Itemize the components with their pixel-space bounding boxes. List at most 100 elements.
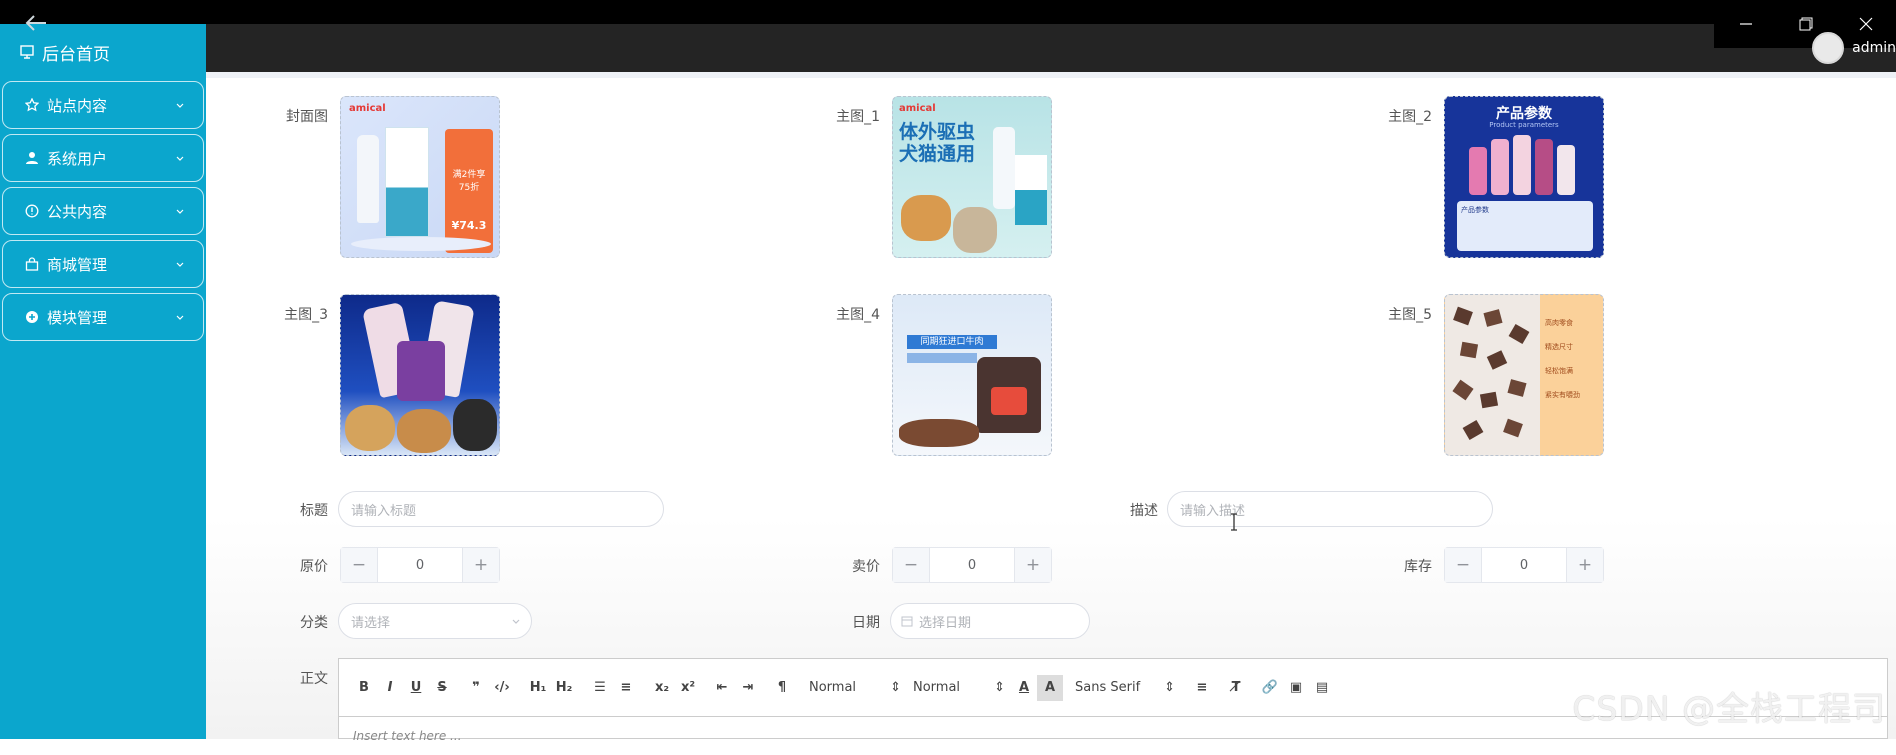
content-label: 正文 [300,671,328,687]
feature-3: 轻松饱满 [1545,367,1573,375]
main-image-2-uploader[interactable]: 产品参数 Product parameters 产品参数 [1444,96,1604,258]
bullet-list-icon[interactable]: ≡ [613,675,639,701]
font-color-icon[interactable]: A [1011,675,1037,701]
module-icon [23,308,41,326]
size-select[interactable]: Normal ⇕ [913,680,1005,695]
main-image-5-label: 主图_5 [1388,307,1432,323]
product-box [385,127,429,237]
text-direction-icon[interactable]: ¶ [769,675,795,701]
title-placeholder: 请输入标题 [351,503,417,519]
outdent-icon[interactable]: ⇤ [709,675,735,701]
main-image-5-uploader[interactable]: 高肉零食 精选尺寸 轻松饱满 紧实有嚼劲 [1444,294,1604,456]
pouch-3 [397,341,445,401]
heading-2-icon[interactable]: H₂ [551,675,577,701]
code-icon[interactable]: ‹/› [489,675,515,701]
sidebar-item-modules[interactable]: 模块管理 [2,293,204,341]
subscript-icon[interactable]: x₂ [649,675,675,701]
sale-price-stepper[interactable]: − 0 + [892,547,1052,583]
promo-heading: 体外驱虫 犬猫通用 [899,121,976,165]
sidebar-item-mall[interactable]: 商城管理 [2,240,204,288]
minimize-icon[interactable] [1716,0,1776,48]
cover-image-label: 封面图 [286,109,328,125]
params-title: 产品参数 [1496,106,1552,122]
align-icon[interactable]: ≡ [1189,675,1215,701]
chevron-down-icon [512,619,520,624]
increment-button[interactable]: + [1015,548,1051,582]
username: admin [1852,40,1896,56]
promo-tags [907,353,977,363]
updown-icon: ⇕ [890,680,901,695]
image-icon[interactable]: ▣ [1283,675,1309,701]
increment-button[interactable]: + [463,548,499,582]
sale-price-value[interactable]: 0 [929,548,1015,582]
decrement-button[interactable]: − [341,548,377,582]
avatar [1812,32,1845,64]
main-image-1-uploader[interactable]: amical 体外驱虫 犬猫通用 [892,96,1052,258]
main-image-4-uploader[interactable]: 同期狂进口牛肉 [892,294,1052,456]
date-picker[interactable]: 选择日期 [890,603,1090,639]
stock-stepper[interactable]: − 0 + [1444,547,1604,583]
heading-1-icon[interactable]: H₁ [525,675,551,701]
background-color-icon[interactable]: A [1037,674,1063,701]
sidebar-item-public-content[interactable]: 公共内容 [2,187,204,235]
treats-pile [899,419,979,447]
clear-format-icon[interactable]: T̸ [1223,675,1249,701]
italic-button[interactable]: I [377,675,403,701]
header-select[interactable]: Normal ⇕ [809,680,901,695]
description-input[interactable]: 请输入描述 [1167,491,1493,527]
date-label: 日期 [852,615,880,631]
cover-image-uploader[interactable]: amical 满2件享75折 ¥74.3 [340,96,500,258]
sidebar: 后台首页 站点内容 系统用户 公共内容 商城管理 模块管理 [0,24,206,739]
promo-text: 满2件享75折 [452,170,486,193]
font-select[interactable]: Sans Serif ⇕ [1075,680,1175,695]
product-shadow [351,237,491,251]
chevron-down-icon [175,309,185,327]
strike-button[interactable]: S [429,675,455,701]
star-icon [23,96,41,114]
blockquote-icon[interactable]: ❞ [463,675,489,701]
superscript-icon[interactable]: x² [675,675,701,701]
top-header [206,24,1896,72]
sidebar-item-label: 系统用户 [47,149,108,168]
decrement-button[interactable]: − [1445,548,1481,582]
promo-tag: 满2件享75折 ¥74.3 [445,129,493,253]
link-icon[interactable]: 🔗 [1257,675,1283,701]
sidebar-item-system-users[interactable]: 系统用户 [2,134,204,182]
feature-1: 高肉零食 [1545,319,1573,327]
title-input[interactable]: 请输入标题 [338,491,664,527]
sidebar-item-label: 公共内容 [47,202,108,221]
spray-bottle [357,135,379,223]
params-table-title: 产品参数 [1461,206,1489,214]
stock-value[interactable]: 0 [1481,548,1567,582]
bottle-group [1469,135,1581,195]
category-select[interactable]: 请选择 [338,603,532,639]
dog-image [397,409,451,453]
category-label: 分类 [300,615,328,631]
treat-jar [977,357,1041,433]
back-arrow-icon[interactable] [0,0,72,46]
video-icon[interactable]: ▤ [1309,675,1335,701]
monitor-icon [20,45,34,59]
date-placeholder: 选择日期 [919,615,972,631]
main-image-3-label: 主图_3 [284,307,328,323]
user-menu[interactable]: admin [1812,32,1896,64]
feature-list: 高肉零食 精选尺寸 轻松饱满 紧实有嚼劲 [1545,317,1601,401]
sidebar-item-site-content[interactable]: 站点内容 [2,81,204,129]
ordered-list-icon[interactable]: ☰ [587,675,613,701]
product-box [1015,155,1047,225]
original-price-stepper[interactable]: − 0 + [340,547,500,583]
font-select-value: Sans Serif [1075,680,1141,695]
original-price-value[interactable]: 0 [377,548,463,582]
chevron-down-icon [175,150,185,168]
main-image-3-uploader[interactable] [340,294,500,456]
decrement-button[interactable]: − [893,548,929,582]
updown-icon: ⇕ [994,680,1005,695]
bold-button[interactable]: B [351,675,377,701]
increment-button[interactable]: + [1567,548,1603,582]
feature-2: 精选尺寸 [1545,343,1573,351]
dog-image [345,405,395,451]
sidebar-item-label: 站点内容 [47,96,108,115]
underline-button[interactable]: U [403,675,429,701]
promo-heading: 同期狂进口牛肉 [907,335,997,349]
indent-icon[interactable]: ⇥ [735,675,761,701]
